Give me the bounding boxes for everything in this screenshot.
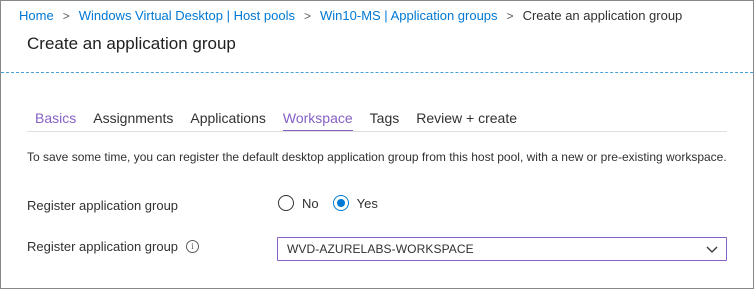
workspace-select[interactable]: WVD-AZURELABS-WORKSPACE xyxy=(277,237,727,261)
register-radio-group: No Yes xyxy=(278,195,392,211)
tab-divider xyxy=(27,131,727,132)
radio-yes[interactable]: Yes xyxy=(332,195,378,211)
tab-review-create[interactable]: Review + create xyxy=(416,109,517,131)
radio-yes-label: Yes xyxy=(356,195,378,211)
radio-no[interactable]: No xyxy=(278,195,319,211)
info-icon[interactable]: i xyxy=(186,240,200,253)
tab-workspace[interactable]: Workspace xyxy=(282,109,353,132)
tab-assignments[interactable]: Assignments xyxy=(93,109,173,131)
header-divider xyxy=(1,72,753,73)
workspace-label-text: Register application group xyxy=(27,239,179,254)
chevron-down-icon xyxy=(706,246,718,253)
chevron-right-icon: > xyxy=(62,9,70,23)
radio-yes-circle[interactable] xyxy=(332,195,349,211)
tab-applications[interactable]: Applications xyxy=(190,109,266,131)
workspace-description: To save some time, you can register the … xyxy=(27,150,727,164)
create-application-group-panel: Home > Windows Virtual Desktop | Host po… xyxy=(0,0,754,289)
breadcrumb: Home > Windows Virtual Desktop | Host po… xyxy=(19,7,682,25)
breadcrumb-application-groups[interactable]: Win10-MS | Application groups xyxy=(320,7,498,25)
breadcrumb-home[interactable]: Home xyxy=(19,7,54,25)
workspace-field-label: Register application group i xyxy=(27,239,200,254)
radio-no-label: No xyxy=(302,195,319,211)
workspace-select-value: WVD-AZURELABS-WORKSPACE xyxy=(287,242,474,256)
tab-basics[interactable]: Basics xyxy=(35,109,76,131)
breadcrumb-current: Create an application group xyxy=(522,8,683,23)
chevron-right-icon: > xyxy=(304,9,312,23)
tab-tags[interactable]: Tags xyxy=(370,109,400,131)
wizard-tabs: Basics Assignments Applications Workspac… xyxy=(35,109,534,132)
register-application-group-label: Register application group xyxy=(27,198,179,213)
page-title: Create an application group xyxy=(27,34,236,53)
radio-no-circle[interactable] xyxy=(278,195,294,211)
breadcrumb-host-pools[interactable]: Windows Virtual Desktop | Host pools xyxy=(79,7,295,25)
chevron-right-icon: > xyxy=(506,9,514,23)
